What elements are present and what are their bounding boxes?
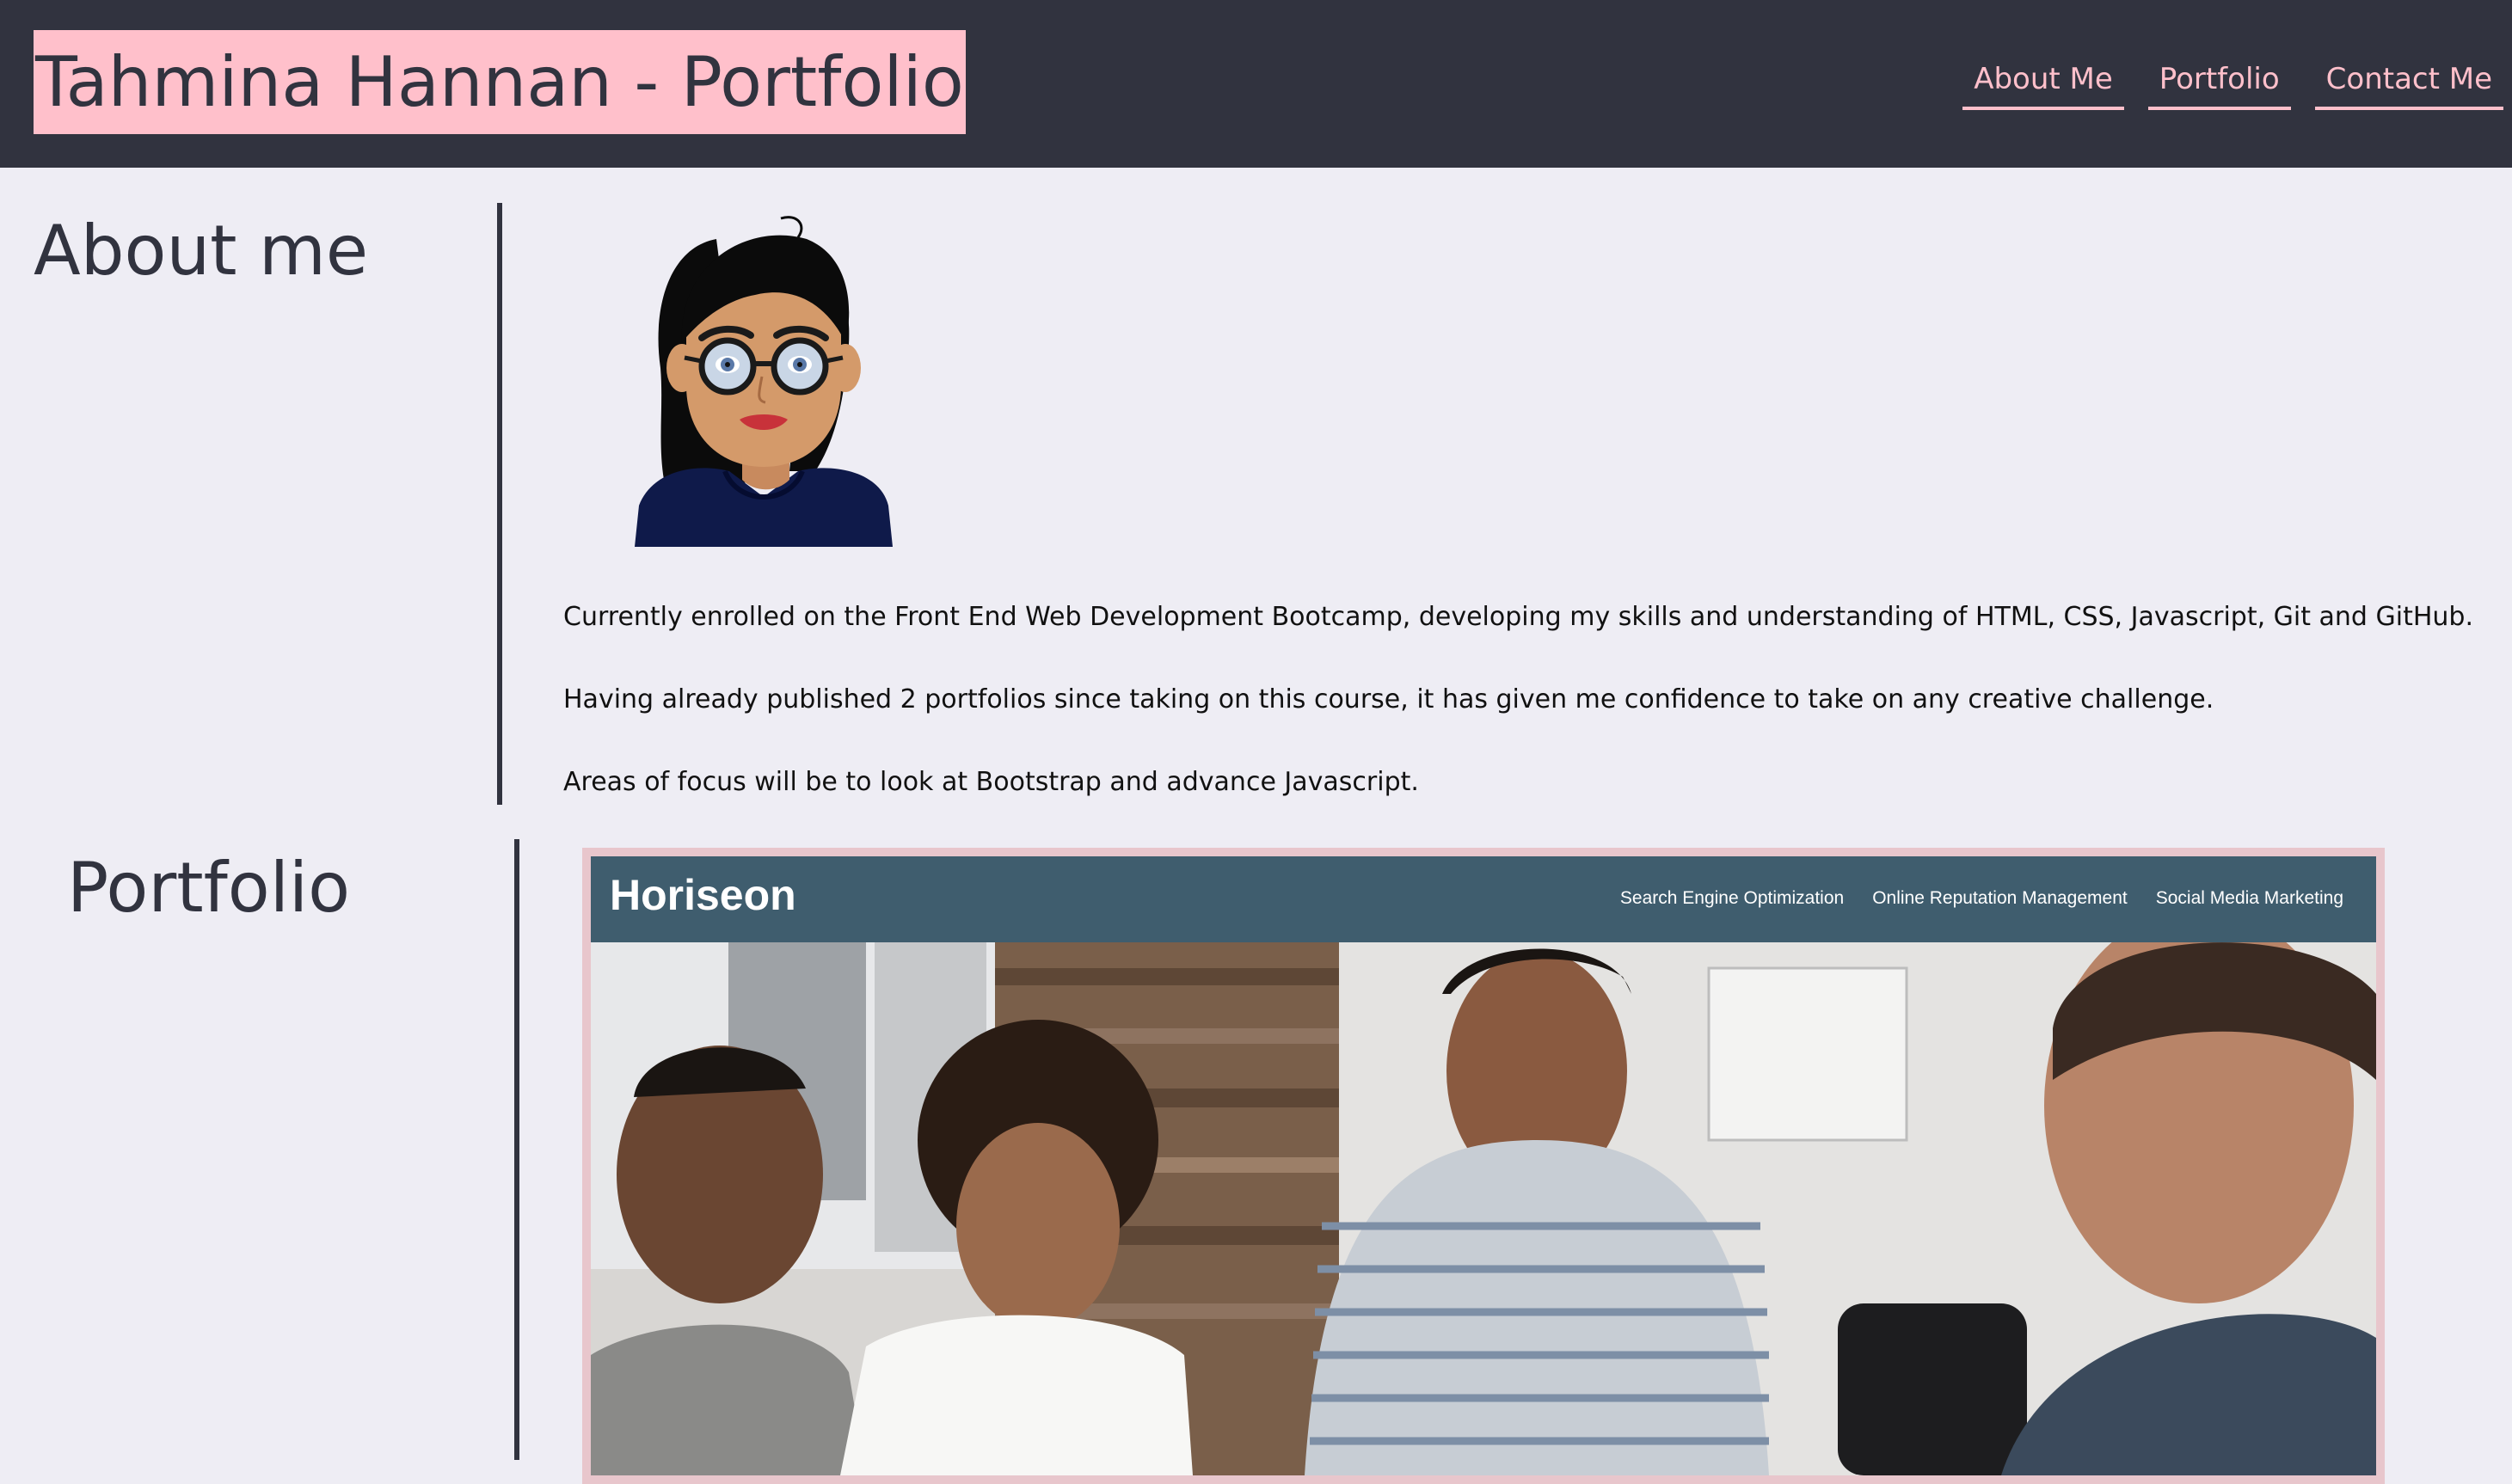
project-nav-item: Online Reputation Management [1872,888,2128,908]
project-hero-photo [591,942,2376,1475]
about-paragraph: Areas of focus will be to look at Bootst… [563,767,1419,797]
nav-link-about-me[interactable]: About Me [1962,53,2124,110]
nav-link-portfolio[interactable]: Portfolio [2147,53,2291,110]
about-paragraph: Currently enrolled on the Front End Web … [563,602,2474,632]
portfolio-heading: Portfolio [67,848,351,928]
about-paragraph: Having already published 2 portfolios si… [563,684,2214,714]
about-heading: About me [34,211,369,291]
portfolio-divider [514,839,519,1460]
main-nav: About Me Portfolio Contact Me [1962,53,2503,110]
avatar-image [635,216,893,547]
project-screenshot-header: Horiseon Search Engine Optimization Onli… [591,856,2376,942]
site-title: Tahmina Hannan - Portfolio [34,30,966,134]
about-divider [497,203,502,805]
nav-link-contact-me[interactable]: Contact Me [2314,53,2503,110]
project-card-horiseon[interactable]: Horiseon Search Engine Optimization Onli… [582,848,2385,1484]
project-brand: Horiseon [610,871,796,919]
project-nav: Search Engine Optimization Online Reputa… [1620,888,2343,909]
project-nav-item: Search Engine Optimization [1619,888,1845,908]
site-header: Tahmina Hannan - Portfolio About Me Port… [0,0,2512,168]
project-nav-item: Social Media Marketing [2155,888,2343,908]
